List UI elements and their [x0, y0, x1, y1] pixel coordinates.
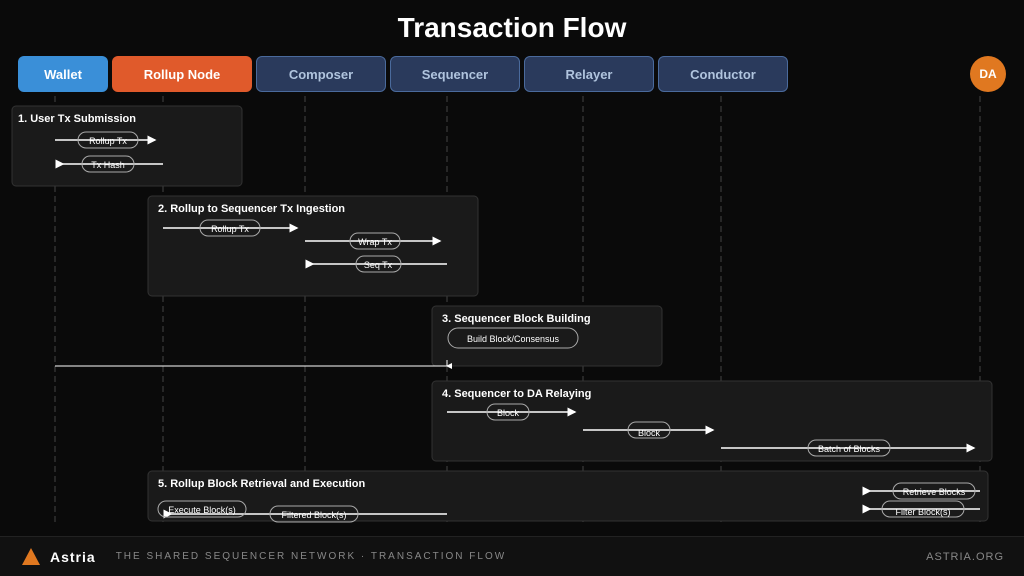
svg-text:4. Sequencer to DA Relaying: 4. Sequencer to DA Relaying — [442, 388, 591, 400]
svg-text:3. Sequencer Block Building: 3. Sequencer Block Building — [442, 313, 591, 325]
svg-text:Filter Block(s): Filter Block(s) — [895, 507, 950, 517]
lane-composer: Composer — [256, 56, 386, 92]
svg-text:Rollup Tx: Rollup Tx — [89, 136, 127, 146]
svg-text:Rollup Tx: Rollup Tx — [211, 224, 249, 234]
lanes-header: Wallet Rollup Node Composer Sequencer Re… — [0, 52, 1024, 96]
footer: Astria THE SHARED SEQUENCER NETWORK · TR… — [0, 536, 1024, 576]
svg-text:Wrap Tx: Wrap Tx — [358, 237, 392, 247]
footer-url: ASTRIA.ORG — [926, 551, 1004, 563]
svg-text:2. Rollup to Sequencer Tx Ing: 2. Rollup to Sequencer Tx Ingestion — [158, 203, 345, 215]
svg-text:Block: Block — [497, 408, 520, 418]
footer-subtitle: THE SHARED SEQUENCER NETWORK · TRANSACTI… — [116, 551, 507, 562]
svg-text:Seq Tx: Seq Tx — [364, 260, 393, 270]
footer-brand: Astria — [50, 549, 96, 565]
lane-wallet: Wallet — [18, 56, 108, 92]
svg-text:Filtered Block(s): Filtered Block(s) — [281, 510, 346, 520]
lane-sequencer: Sequencer — [390, 56, 520, 92]
lane-conductor: Conductor — [658, 56, 788, 92]
step1-label: 1. User Tx Submission — [18, 113, 136, 125]
footer-logo: Astria — [20, 546, 96, 568]
svg-text:Tx Hash: Tx Hash — [91, 160, 125, 170]
astria-logo-icon — [20, 546, 42, 568]
lane-relayer: Relayer — [524, 56, 654, 92]
lane-rollup: Rollup Node — [112, 56, 252, 92]
svg-text:Block: Block — [638, 428, 661, 438]
svg-text:Retrieve Blocks: Retrieve Blocks — [903, 487, 966, 497]
svg-text:Execute Block(s): Execute Block(s) — [168, 505, 236, 515]
svg-text:5. Rollup Block Retrieval and: 5. Rollup Block Retrieval and Execution — [158, 478, 365, 490]
lane-da: DA — [970, 56, 1006, 92]
svg-text:Build Block/Consensus: Build Block/Consensus — [467, 334, 560, 344]
svg-text:Batch of Blocks: Batch of Blocks — [818, 444, 881, 454]
diagram-area: 1. User Tx Submission Rollup Tx Tx Hash … — [0, 96, 1024, 526]
page-title: Transaction Flow — [0, 0, 1024, 52]
